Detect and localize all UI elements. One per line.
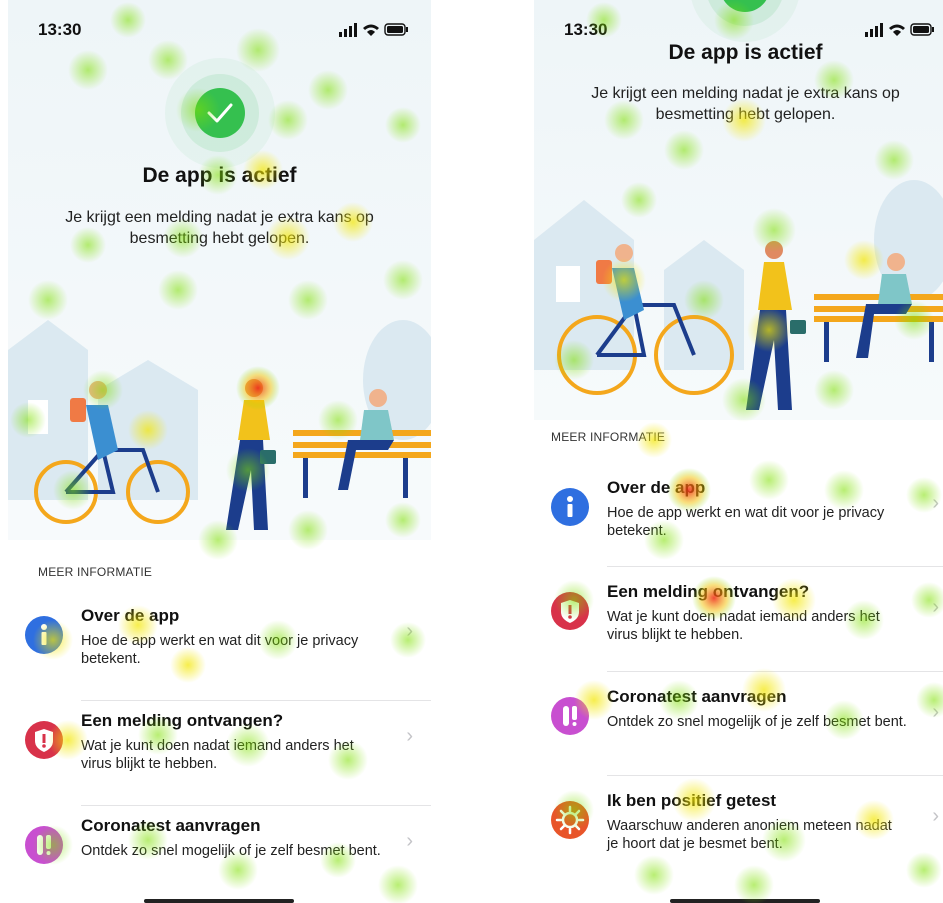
status-time: 13:30 (564, 20, 608, 39)
chevron-right-icon: › (406, 725, 413, 747)
phone-screen-right: 13:30 De app is actief Je krijgt een mel… (534, 0, 943, 903)
chevron-right-icon: › (932, 492, 939, 514)
city-illustration (534, 180, 943, 410)
home-indicator (670, 899, 820, 903)
item-description: Hoe de app werkt en wat dit voor je priv… (81, 633, 359, 667)
status-time: 13:30 (38, 20, 82, 39)
divider (607, 566, 943, 567)
item-title: Ik ben positief getest (607, 791, 777, 810)
info-icon (25, 616, 63, 654)
hero-subtitle: Je krijgt een melding nadat je extra kan… (591, 85, 900, 123)
chevron-right-icon: › (932, 805, 939, 827)
item-description: Wat je kunt doen nadat iemand anders het… (81, 738, 354, 772)
active-status-badge (195, 88, 245, 138)
item-title: Coronatest aanvragen (607, 687, 787, 706)
item-title: Een melding ontvangen? (81, 711, 284, 730)
virus-icon (551, 801, 589, 839)
hero-title: De app is actief (668, 41, 823, 64)
system-icons (339, 22, 409, 43)
item-description: Ontdek zo snel mogelijk of je zelf besme… (607, 714, 907, 730)
section-header: MEER INFORMATIE (38, 565, 153, 579)
divider (607, 775, 943, 776)
chevron-right-icon: › (932, 596, 939, 618)
home-indicator (144, 899, 294, 903)
list-item-coronatest-aanvragen[interactable]: Coronatest aanvragen Ontdek zo snel moge… (534, 677, 943, 781)
info-icon (551, 488, 589, 526)
system-icons (865, 22, 935, 43)
divider (607, 671, 943, 672)
status-bar: 13:30 (8, 18, 431, 42)
hero-title: De app is actief (142, 164, 297, 187)
test-tube-icon (551, 697, 589, 735)
shield-alert-icon (25, 721, 63, 759)
item-description: Waarschuw anderen anoniem meteen nadat j… (607, 818, 892, 852)
item-title: Coronatest aanvragen (81, 816, 261, 835)
status-bar: 13:30 (534, 18, 943, 42)
signal-wifi-battery-icon (339, 23, 408, 37)
section-header: MEER INFORMATIE (551, 430, 666, 444)
item-title: Over de app (81, 606, 180, 625)
checkmark-icon (207, 103, 233, 123)
list-item-over-de-app[interactable]: Over de app Hoe de app werkt en wat dit … (534, 468, 943, 572)
list-item-een-melding-ontvangen[interactable]: Een melding ontvangen? Wat je kunt doen … (8, 701, 431, 805)
test-tube-icon (25, 826, 63, 864)
item-description: Wat je kunt doen nadat iemand anders het… (607, 609, 880, 643)
list-item-een-melding-ontvangen[interactable]: Een melding ontvangen? Wat je kunt doen … (534, 572, 943, 676)
item-title: Over de app (607, 478, 706, 497)
shield-alert-icon (551, 592, 589, 630)
chevron-right-icon: › (932, 701, 939, 723)
hero-subtitle: Je krijgt een melding nadat je extra kan… (65, 209, 374, 247)
list-item-coronatest-aanvragen[interactable]: Coronatest aanvragen Ontdek zo snel moge… (8, 806, 431, 903)
city-illustration (8, 320, 431, 540)
item-title: Een melding ontvangen? (607, 582, 810, 601)
list-item-ik-ben-positief-getest[interactable]: Ik ben positief getest Waarschuw anderen… (534, 781, 943, 885)
list-item-over-de-app[interactable]: Over de app Hoe de app werkt en wat dit … (8, 596, 431, 700)
chevron-right-icon: › (406, 620, 413, 642)
phone-screen-left: 13:30 De app is actief Je krijgt een mel… (8, 0, 431, 903)
item-description: Ontdek zo snel mogelijk of je zelf besme… (81, 843, 381, 859)
chevron-right-icon: › (406, 830, 413, 852)
item-description: Hoe de app werkt en wat dit voor je priv… (607, 505, 885, 539)
signal-wifi-battery-icon (865, 23, 934, 37)
